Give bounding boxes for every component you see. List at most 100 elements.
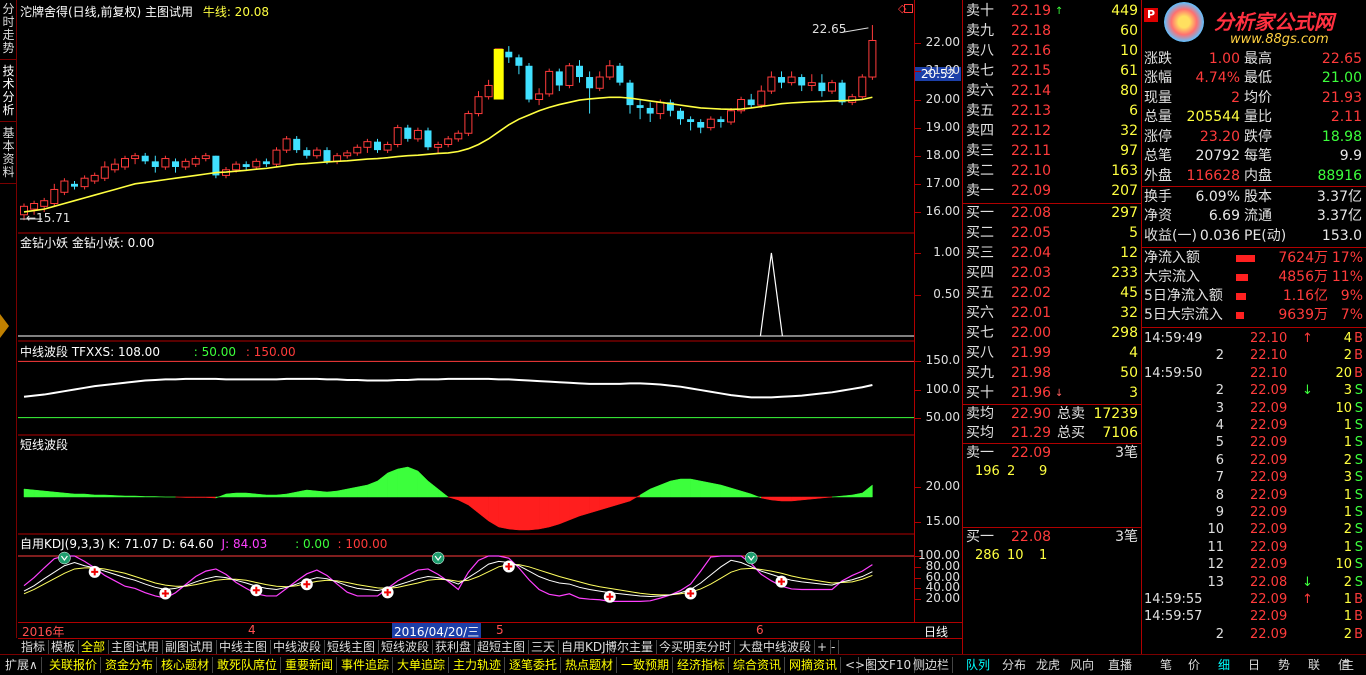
formula-tab-9[interactable]: 获利盘 xyxy=(432,640,476,654)
bottom-tab-11[interactable]: 一致预期 xyxy=(618,657,674,673)
bottom-tab-3[interactable]: 核心题材 xyxy=(158,657,214,673)
tick-direction: B xyxy=(1354,365,1363,381)
high-pointer xyxy=(844,27,869,33)
bottom-tab-13[interactable]: 综合资讯 xyxy=(730,657,786,673)
bottom-tab-5[interactable]: 重要新闻 xyxy=(282,657,338,673)
main-tick-label: 21.00 xyxy=(925,63,960,78)
formula-tab-1[interactable]: 模板 xyxy=(48,640,80,654)
formula-tab-7[interactable]: 短线主图 xyxy=(324,640,380,654)
tick-volume: 10 xyxy=(1335,400,1352,416)
formula-tab-13[interactable]: 博尔主量 xyxy=(602,640,658,654)
buy-level-7-volume: 298 xyxy=(1111,325,1138,341)
bottom-tab-1[interactable]: 关联报价 xyxy=(46,657,102,673)
bottom-tab-0[interactable]: 扩展∧ xyxy=(2,657,42,673)
p-icon[interactable]: P xyxy=(1144,8,1158,22)
right-tab-4[interactable]: 直播 xyxy=(1108,657,1132,673)
buy-level-7-label: 买七 xyxy=(966,325,994,341)
right-tab-10[interactable]: 联 xyxy=(1308,657,1320,673)
dx-band-segment xyxy=(528,496,540,531)
dx-tick-label: 20.00 xyxy=(925,478,960,493)
right-tab-9[interactable]: 势 xyxy=(1278,657,1290,673)
formula-tab-17[interactable]: - xyxy=(828,640,840,654)
stat-value: 116628 xyxy=(1186,167,1240,184)
formula-tab-10[interactable]: 超短主图 xyxy=(474,640,530,654)
right-tab-3[interactable]: 风向 xyxy=(1070,657,1094,673)
tick-row-10: 9 22.09 1 S xyxy=(1142,504,1366,521)
stat-value: 0.036 xyxy=(1199,227,1240,244)
bottom-tab-8[interactable]: 主力轨迹 xyxy=(450,657,506,673)
stat-divider xyxy=(1142,185,1366,187)
date-label-apr: 4 xyxy=(248,623,256,637)
buy-level-7: 买七 22.00 298 xyxy=(963,324,1141,343)
dx-band-segment xyxy=(245,492,257,498)
formula-tab-8[interactable]: 短线波段 xyxy=(378,640,434,654)
bottom-tab-10[interactable]: 热点题材 xyxy=(562,657,618,673)
zx-tick-mark xyxy=(915,417,921,419)
bottom-tab-9[interactable]: 逐笔委托 xyxy=(506,657,562,673)
zhongxian-panel xyxy=(18,360,914,419)
tick-row-6: 5 22.09 1 S xyxy=(1142,434,1366,451)
right-tab-8[interactable]: 日 xyxy=(1248,657,1260,673)
formula-tab-3[interactable]: 主图试用 xyxy=(108,640,164,654)
chart-area[interactable]: 沱牌舍得(日线,前复权) 主图试用 牛线: 20.08 22.65 ←15.71… xyxy=(18,0,914,622)
bottom-tab-2[interactable]: 资金分布 xyxy=(102,657,158,673)
candle-body xyxy=(60,180,69,193)
sell-level-4-volume: 32 xyxy=(1120,123,1138,139)
formula-tab-2[interactable]: 全部 xyxy=(78,640,110,654)
bottom-tab-7[interactable]: 大单追踪 xyxy=(394,657,450,673)
dx-band-segment xyxy=(437,488,449,498)
right-tab-7[interactable]: 细 xyxy=(1218,657,1230,673)
dx-band-segment xyxy=(54,491,65,498)
buy-level-8: 买八 21.99 4 xyxy=(963,344,1141,363)
candle-body xyxy=(605,65,614,78)
tick-time: 5 xyxy=(1215,435,1224,451)
candle-body xyxy=(191,158,200,165)
side-tab-fundamentals[interactable]: 基本资料 xyxy=(0,124,17,184)
bottom-tab-14[interactable]: 网摘资讯 xyxy=(786,657,842,673)
right-tab-1[interactable]: 分布 xyxy=(1002,657,1026,673)
right-tab-2[interactable]: 龙虎 xyxy=(1036,657,1060,673)
jinzuan-panel xyxy=(18,252,914,337)
formula-tab-14[interactable]: 今买明卖分时 xyxy=(656,640,736,654)
kdj-panel-title: 自用KDJ(9,3,3) K: 71.07 D: 64.60 xyxy=(20,537,214,551)
formula-tab-4[interactable]: 副图试用 xyxy=(162,640,218,654)
buy-level-1-volume: 297 xyxy=(1111,205,1138,221)
bottom-tab-18[interactable]: 侧边栏 xyxy=(910,657,954,673)
maximize-icon[interactable] xyxy=(904,4,913,13)
right-tab-12[interactable]: 主 xyxy=(1342,657,1354,673)
sell-signal-icon xyxy=(744,551,758,565)
candle-body xyxy=(30,203,39,210)
bottom-tab-4[interactable]: 敢死队席位 xyxy=(214,657,282,673)
bottom-tab-17[interactable]: 图文F10 xyxy=(862,657,916,673)
right-tab-5[interactable]: 笔 xyxy=(1160,657,1172,673)
stat-value: 1.00 xyxy=(1208,50,1240,67)
sell-level-8-price: 22.16 xyxy=(1011,43,1052,59)
tick-row-1: 2 22.10 2 B xyxy=(1142,347,1366,364)
side-tab-intraday[interactable]: 分时走势 xyxy=(0,0,17,60)
stat-value: 9.9 xyxy=(1339,148,1362,164)
dx-band-segment xyxy=(266,494,277,498)
candle-body xyxy=(312,149,321,157)
tick-direction: S xyxy=(1354,522,1363,538)
formula-tab-0[interactable]: 指标 xyxy=(18,640,50,654)
dx-band-segment xyxy=(235,492,247,498)
candle-body xyxy=(413,129,422,140)
logo-text: 分析家公式网 xyxy=(1214,10,1334,34)
sell-level-8: 卖八 22.16 10 xyxy=(963,42,1141,61)
bottom-tab-6[interactable]: 事件追踪 xyxy=(338,657,394,673)
main-tick-label: 16.00 xyxy=(925,203,960,218)
stat-label: 内盘 xyxy=(1244,167,1272,184)
chart-canvas[interactable] xyxy=(18,0,914,622)
formula-tab-11[interactable]: 三天 xyxy=(528,640,560,654)
buy-level-9-volume: 50 xyxy=(1120,365,1138,381)
side-tab-technical[interactable]: 技术分析 xyxy=(0,62,17,122)
sell-level-4-price: 22.12 xyxy=(1011,123,1052,139)
formula-tab-15[interactable]: 大盘中线波段 xyxy=(736,640,816,654)
right-tab-0[interactable]: 队列 xyxy=(966,657,990,673)
sell1-queue-count: 3笔 xyxy=(1115,445,1138,461)
dx-band-segment xyxy=(155,496,166,498)
formula-tab-5[interactable]: 中线主图 xyxy=(216,640,272,654)
bottom-tab-12[interactable]: 经济指标 xyxy=(674,657,730,673)
right-tab-6[interactable]: 价 xyxy=(1188,657,1200,673)
formula-tab-6[interactable]: 中线波段 xyxy=(270,640,326,654)
